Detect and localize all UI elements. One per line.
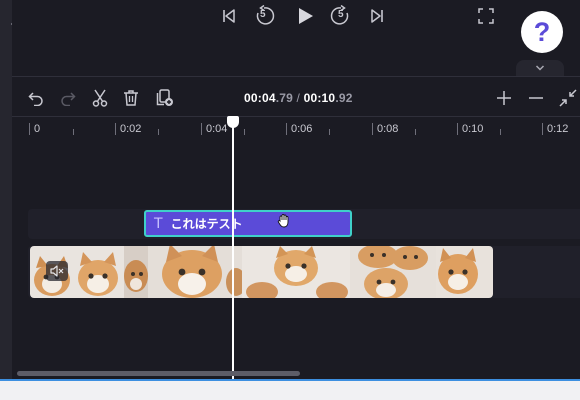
skip-back-icon (223, 9, 235, 23)
skip-forward-icon (371, 9, 383, 23)
zoom-in-button[interactable] (493, 87, 515, 109)
total-time: 00:10 (303, 91, 336, 105)
current-time-fraction: .79 (275, 91, 293, 105)
speaker-muted-icon (50, 265, 64, 277)
fit-timeline-button[interactable] (557, 87, 579, 109)
duplicate-button[interactable] (154, 87, 176, 109)
ruler-minor-tick (244, 129, 245, 135)
ruler-minor-tick (73, 129, 74, 135)
video-thumbnail (124, 246, 148, 298)
video-thumbnail (436, 246, 493, 298)
text-type-icon: T (154, 215, 163, 232)
help-button[interactable]: ? (521, 11, 563, 53)
ruler-tick (29, 123, 30, 135)
ruler-tick (372, 123, 373, 135)
ruler-minor-tick (500, 129, 501, 135)
total-time-fraction: .92 (335, 91, 353, 105)
rewind-5-button[interactable]: 5 (252, 4, 276, 28)
bottom-bar (0, 381, 580, 400)
fit-icon (559, 89, 577, 107)
timeline-collapse-toggle[interactable] (516, 60, 564, 76)
skip-forward-button[interactable] (365, 4, 389, 28)
undo-button[interactable] (25, 87, 47, 109)
zoom-out-icon (529, 97, 543, 99)
text-clip[interactable]: T これはテスト (144, 210, 352, 237)
duplicate-icon (156, 89, 173, 106)
playhead-handle[interactable] (227, 116, 239, 128)
video-thumbnail (30, 246, 124, 298)
playhead-line (232, 126, 234, 380)
ruler-minor-tick (329, 129, 330, 135)
ruler-tick (201, 123, 202, 135)
video-thumbnail (148, 246, 242, 298)
rewind-5-label: 5 (260, 9, 266, 20)
video-editor: 5 5 ? 00:04.79 / 00:10.92 0 0:02 0:04 0:… (0, 0, 580, 400)
grab-hand-cursor-icon (277, 214, 289, 228)
video-thumbnail (350, 246, 436, 298)
mute-button[interactable] (46, 261, 68, 281)
ruler-label: 0:10 (462, 123, 484, 135)
redo-icon (61, 92, 76, 106)
cut-button[interactable] (89, 87, 111, 109)
undo-icon (28, 92, 43, 106)
zoom-in-icon (497, 91, 511, 105)
skip-back-button[interactable] (217, 4, 241, 28)
fullscreen-icon (478, 8, 494, 24)
zoom-out-button[interactable] (525, 87, 547, 109)
ruler-tick (286, 123, 287, 135)
ruler-tick (457, 123, 458, 135)
ruler-label: 0:04 (206, 123, 228, 135)
ruler-label: 0:06 (291, 123, 313, 135)
ruler-tick (115, 123, 116, 135)
forward-5-label: 5 (338, 9, 344, 20)
play-button[interactable] (292, 3, 318, 29)
redo-button[interactable] (57, 87, 79, 109)
left-panel-edge (0, 0, 12, 380)
ruler-minor-tick (158, 129, 159, 135)
ruler-label: 0:12 (547, 123, 569, 135)
delete-icon (124, 90, 138, 106)
timeline-toolbar: 00:04.79 / 00:10.92 (12, 76, 580, 116)
ruler-label: 0 (34, 123, 41, 135)
chevron-down-icon (535, 65, 545, 71)
delete-button[interactable] (120, 87, 142, 109)
current-time: 00:04 (244, 91, 276, 105)
ruler-label: 0:08 (377, 123, 399, 135)
timecode-display: 00:04.79 / 00:10.92 (244, 91, 353, 105)
video-clip[interactable] (30, 246, 493, 298)
time-ruler[interactable]: 0 0:02 0:04 0:06 0:08 0:10 0:12 (12, 116, 580, 140)
ruler-minor-tick (415, 129, 416, 135)
cut-icon (92, 89, 108, 107)
scrollbar-thumb[interactable] (17, 371, 300, 376)
help-label: ? (533, 16, 551, 47)
playback-controls: 5 5 (12, 0, 580, 60)
ruler-tick (542, 123, 543, 135)
ruler-label: 0:02 (120, 123, 142, 135)
forward-5-button[interactable]: 5 (329, 4, 353, 28)
fullscreen-button[interactable] (474, 4, 498, 28)
time-separator: / (293, 91, 304, 105)
video-thumbnail (242, 246, 350, 298)
play-icon (299, 8, 313, 24)
